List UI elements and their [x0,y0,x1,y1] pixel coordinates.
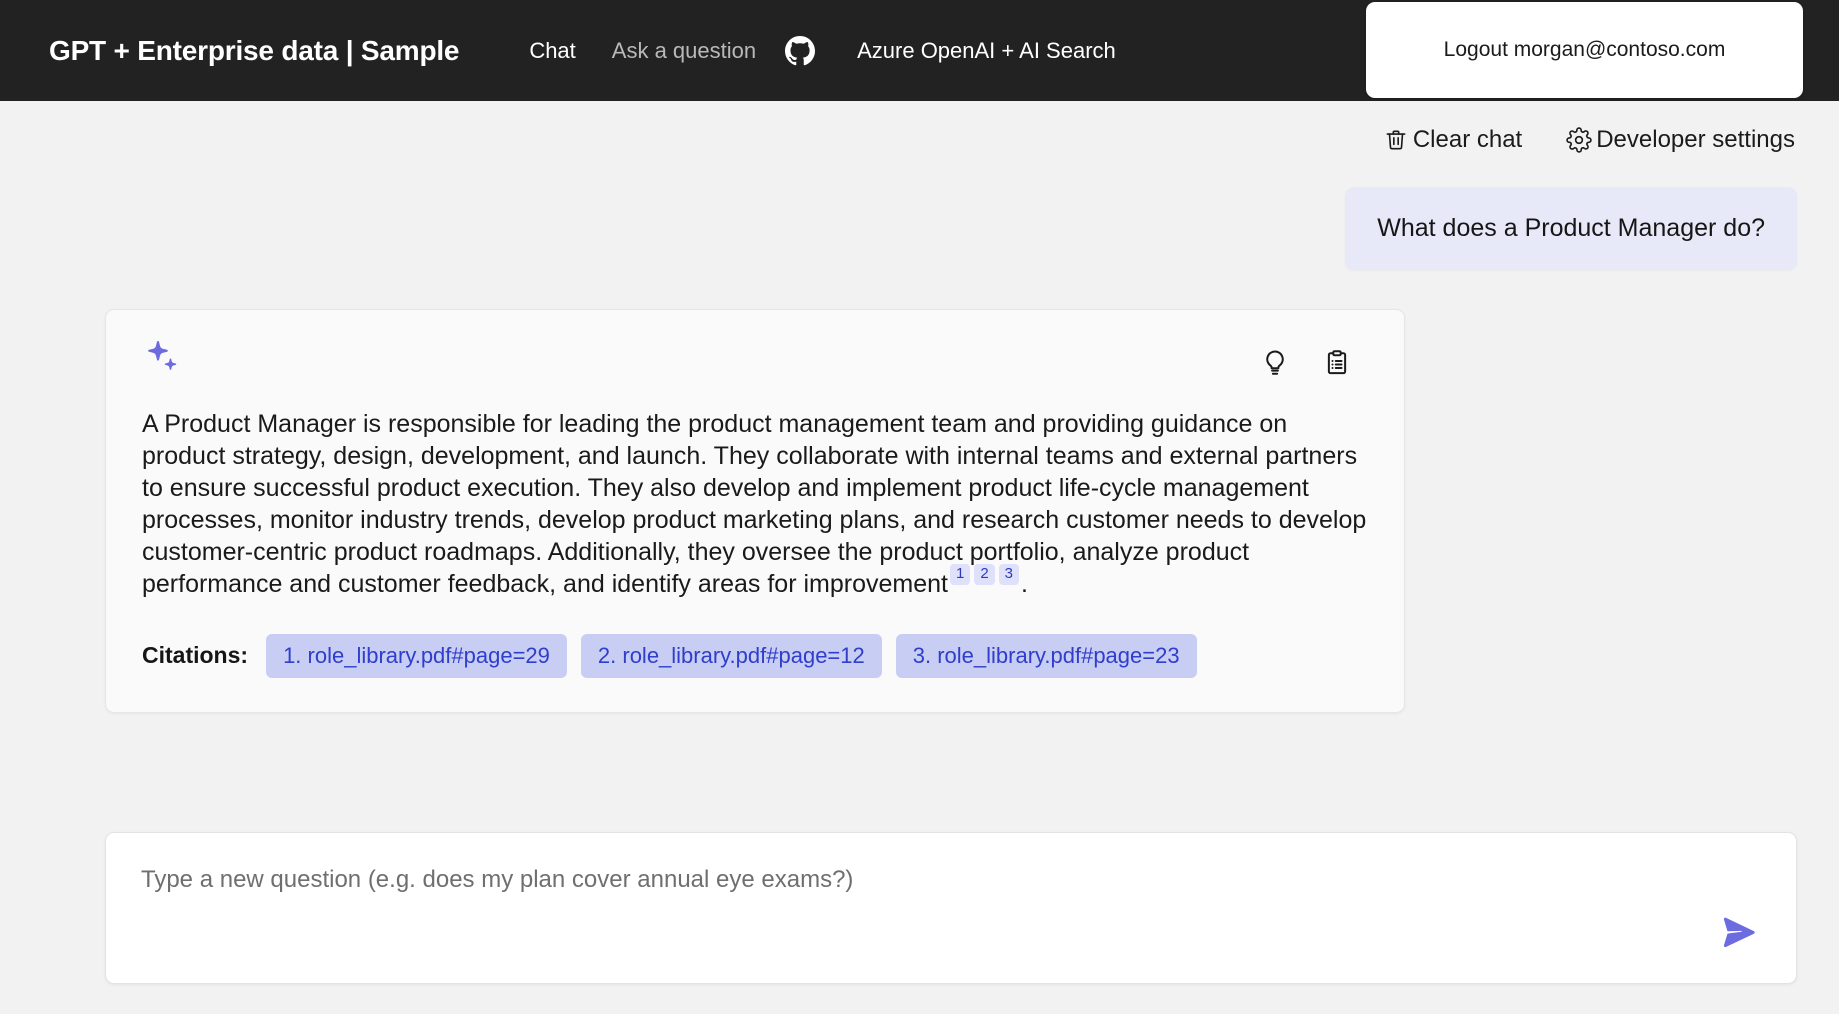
citation-superscript-3[interactable]: 3 [998,564,1020,585]
clear-chat-button[interactable]: Clear chat [1381,123,1524,157]
header-nav: Chat Ask a question Azure OpenAI + AI Se… [527,34,1116,68]
github-icon[interactable] [785,35,816,66]
answer-card-header [142,336,1368,392]
header-subtitle: Azure OpenAI + AI Search [857,37,1116,63]
clipboard-icon [1322,348,1352,381]
answer-row: A Product Manager is responsible for lea… [105,308,1797,713]
trash-icon [1383,127,1409,153]
citations-row: Citations: 1. role_library.pdf#page=29 2… [142,633,1368,678]
answer-body: A Product Manager is responsible for lea… [142,409,1367,598]
answer-body-end: . [1021,569,1028,598]
citations-label: Citations: [142,642,249,668]
supporting-content-button[interactable] [1320,346,1354,383]
send-question-button[interactable] [1714,908,1764,961]
nav-link-ask-a-question[interactable]: Ask a question [610,34,758,68]
citation-superscript-2[interactable]: 2 [974,564,995,585]
page-title: GPT + Enterprise data | Sample [49,34,460,66]
chat-area: What does a Product Manager do? A Produc… [0,157,1839,804]
nav-link-chat[interactable]: Chat [527,34,577,68]
sparkle-icon [142,336,186,385]
logout-button[interactable]: Logout morgan@contoso.com [1366,2,1803,98]
command-bar: Clear chat Developer settings [0,123,1839,157]
answer-card: A Product Manager is responsible for lea… [105,308,1405,713]
send-arrow-icon [1718,912,1760,957]
developer-settings-button[interactable]: Developer settings [1564,123,1797,157]
app-header: GPT + Enterprise data | Sample Chat Ask … [0,0,1839,101]
lightbulb-icon [1260,348,1290,381]
answer-actions [1258,346,1354,383]
question-input-area [0,832,1839,1014]
developer-settings-label: Developer settings [1596,126,1795,153]
question-input[interactable] [106,833,1796,894]
gear-icon [1566,127,1592,153]
answer-text: A Product Manager is responsible for lea… [142,408,1368,600]
citation-chip-1[interactable]: 1. role_library.pdf#page=29 [266,633,567,678]
citation-chip-3[interactable]: 3. role_library.pdf#page=23 [895,633,1197,678]
app-root: GPT + Enterprise data | Sample Chat Ask … [0,0,1839,1014]
user-message-row: What does a Product Manager do? [105,187,1797,270]
clear-chat-label: Clear chat [1412,126,1523,153]
user-message-bubble: What does a Product Manager do? [1345,187,1797,270]
question-input-box[interactable] [105,832,1797,984]
thought-process-button[interactable] [1258,346,1292,383]
citation-chip-2[interactable]: 2. role_library.pdf#page=12 [580,633,882,678]
citation-superscript-1[interactable]: 1 [949,564,971,585]
